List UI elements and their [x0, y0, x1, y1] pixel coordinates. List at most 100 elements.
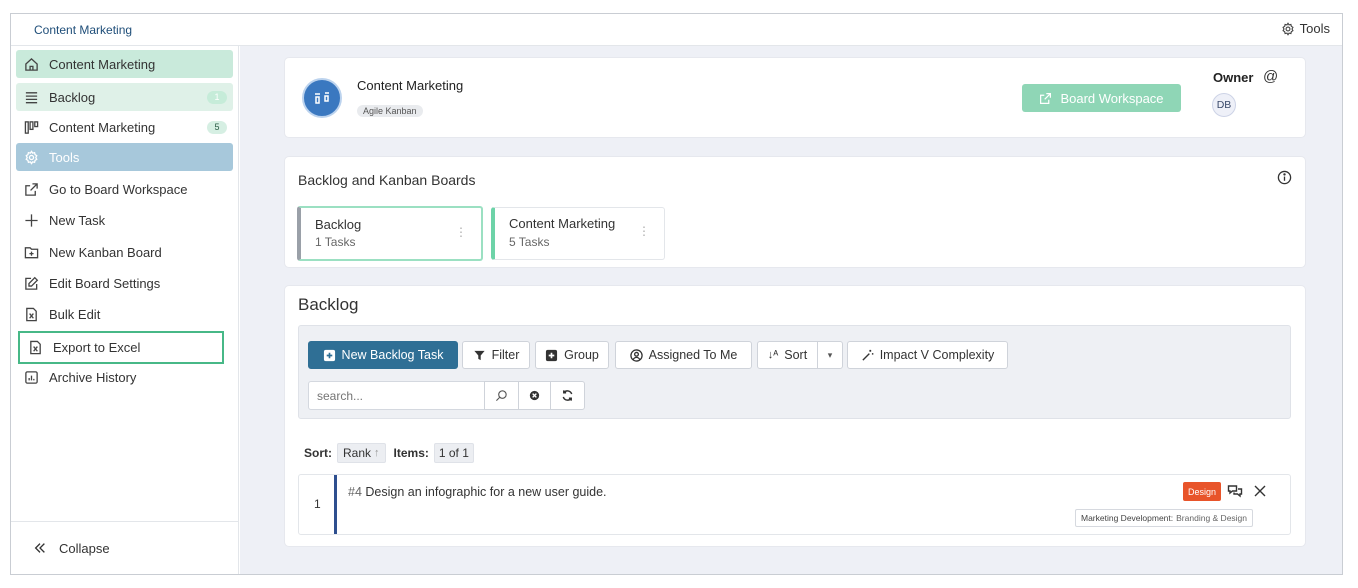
sidebar-item-new-kanban-board[interactable]: New Kanban Board: [16, 238, 233, 266]
search-button[interactable]: [484, 381, 519, 410]
backlog-count-badge: 1: [207, 91, 227, 104]
gear-icon: [1281, 21, 1295, 36]
sidebar-item-label: Tools: [49, 149, 80, 165]
task-category-chip: Marketing Development: Branding & Design: [1075, 509, 1254, 527]
sidebar-item-home[interactable]: Content Marketing: [16, 50, 233, 78]
sidebar-item-label: Archive History: [49, 369, 137, 385]
board-tile-count: 1 Tasks: [315, 235, 356, 249]
task-title[interactable]: #4 Design an infographic for a new user …: [348, 485, 607, 499]
task-category-label: Marketing Development:: [1081, 513, 1174, 523]
sidebar-item-label: New Kanban Board: [49, 244, 162, 260]
backlog-card: Backlog New Backlog Task Filter Group As…: [285, 286, 1305, 546]
sidebar-item-bulk-edit[interactable]: Bulk Edit: [16, 300, 233, 328]
sidebar-item-label: Bulk Edit: [49, 306, 101, 322]
owner-avatar[interactable]: DB: [1212, 93, 1236, 117]
search-input[interactable]: [308, 381, 485, 410]
task-color-bar: [334, 475, 337, 534]
sidebar-item-label: Export to Excel: [53, 340, 141, 355]
info-icon[interactable]: [1277, 170, 1292, 190]
sidebar-item-archive-history[interactable]: Archive History: [16, 363, 233, 391]
search-icon: [495, 389, 508, 402]
refresh-icon: [561, 389, 574, 402]
items-info-label: Items:: [393, 446, 429, 460]
task-row[interactable]: 1 #4 Design an infographic for a new use…: [298, 474, 1291, 535]
board-name: Content Marketing: [357, 78, 464, 93]
mention-button[interactable]: @: [1263, 68, 1278, 85]
sort-button[interactable]: ↓ᴬ Sort: [757, 341, 818, 369]
items-info-value: 1 of 1: [433, 443, 474, 463]
board-icon: [313, 91, 331, 105]
task-row-number: 1: [314, 497, 321, 511]
edit-icon: [23, 275, 39, 291]
task-tag-badge: Design: [1183, 482, 1222, 501]
excel-file-icon: [27, 340, 43, 356]
gear-icon: [23, 149, 39, 165]
add-board-icon: [23, 244, 39, 260]
sidebar-item-export-to-excel[interactable]: Export to Excel: [18, 331, 224, 364]
close-icon[interactable]: [1253, 484, 1267, 503]
sidebar-item-label: Go to Board Workspace: [49, 181, 188, 197]
clear-search-button[interactable]: [518, 381, 551, 410]
sort-az-icon: ↓ᴬ: [767, 349, 779, 361]
kebab-menu-icon[interactable]: ⋮: [638, 224, 650, 238]
sidebar-item-kanban[interactable]: Content Marketing 5: [16, 113, 233, 141]
board-header-card: Content Marketing Agile Kanban Board Wor…: [285, 58, 1305, 137]
board-tile-content-marketing[interactable]: Content Marketing 5 Tasks ⋮: [491, 207, 665, 260]
board-tile-count: 5 Tasks: [509, 235, 550, 249]
board-workspace-button[interactable]: Board Workspace: [1022, 84, 1181, 112]
filter-label: Filter: [491, 348, 520, 362]
board-workspace-label: Board Workspace: [1060, 90, 1164, 106]
arrow-up-icon: ↑: [374, 447, 380, 459]
collapse-label: Collapse: [59, 540, 110, 556]
board-tile-backlog[interactable]: Backlog 1 Tasks ⋮: [297, 206, 483, 261]
collapse-button[interactable]: Collapse: [11, 521, 238, 574]
board-tile-name: Content Marketing: [509, 216, 616, 231]
sidebar-item-label: Backlog: [49, 89, 96, 105]
impact-complexity-button[interactable]: Impact V Complexity: [847, 341, 1008, 369]
tools-label: Tools: [1299, 21, 1330, 36]
sidebar-item-label: Content Marketing: [49, 56, 156, 72]
app-title: Content Marketing: [34, 23, 133, 37]
sidebar: Content Marketing Backlog 1 Content Mark…: [11, 46, 239, 574]
user-circle-icon: [629, 348, 643, 362]
board-avatar: [302, 78, 342, 118]
main-content: Content Marketing Agile Kanban Board Wor…: [240, 46, 1342, 574]
sort-info: Sort: Rank ↑ Items: 1 of 1: [304, 443, 474, 463]
sort-dropdown-button[interactable]: ▾: [817, 341, 843, 369]
app-window: Content Marketing Tools Content Marketin…: [10, 13, 1343, 575]
sort-info-label: Sort:: [304, 446, 332, 460]
home-icon: [23, 56, 39, 72]
excel-file-icon: [23, 306, 39, 322]
sidebar-item-edit-board-settings[interactable]: Edit Board Settings: [16, 269, 233, 297]
sidebar-item-go-to-workspace[interactable]: Go to Board Workspace: [16, 175, 233, 203]
sidebar-item-label: New Task: [49, 212, 106, 228]
sidebar-section-tools[interactable]: Tools: [16, 143, 233, 171]
plus-icon: [23, 212, 39, 228]
sidebar-item-label: Content Marketing: [49, 119, 156, 135]
new-backlog-task-button[interactable]: New Backlog Task: [308, 341, 458, 369]
plus-square-icon: [545, 349, 558, 362]
tools-button[interactable]: Tools: [1281, 21, 1330, 36]
board-tile-name: Backlog: [315, 217, 362, 232]
refresh-button[interactable]: [550, 381, 585, 410]
sort-rank-value: Rank: [343, 446, 372, 460]
list-icon: [23, 89, 39, 105]
chart-icon: [23, 369, 39, 385]
sidebar-item-new-task[interactable]: New Task: [16, 206, 233, 234]
external-link-icon: [23, 181, 39, 197]
sidebar-item-backlog[interactable]: Backlog 1: [16, 83, 233, 111]
sidebar-item-label: Edit Board Settings: [49, 275, 161, 291]
boards-section-title: Backlog and Kanban Boards: [298, 172, 476, 188]
sort-rank-chip[interactable]: Rank ↑: [337, 443, 386, 463]
kebab-menu-icon[interactable]: ⋮: [455, 225, 467, 239]
assigned-to-me-button[interactable]: Assigned To Me: [615, 341, 752, 369]
comments-icon[interactable]: [1227, 484, 1243, 504]
group-label: Group: [564, 348, 599, 362]
magic-wand-icon: [861, 349, 874, 362]
filter-icon: [473, 349, 486, 362]
group-button[interactable]: Group: [535, 341, 609, 369]
filter-button[interactable]: Filter: [462, 341, 530, 369]
top-bar: Content Marketing Tools: [11, 14, 1342, 46]
board-type-badge: Agile Kanban: [357, 105, 423, 117]
double-chevron-left-icon: [33, 541, 47, 555]
